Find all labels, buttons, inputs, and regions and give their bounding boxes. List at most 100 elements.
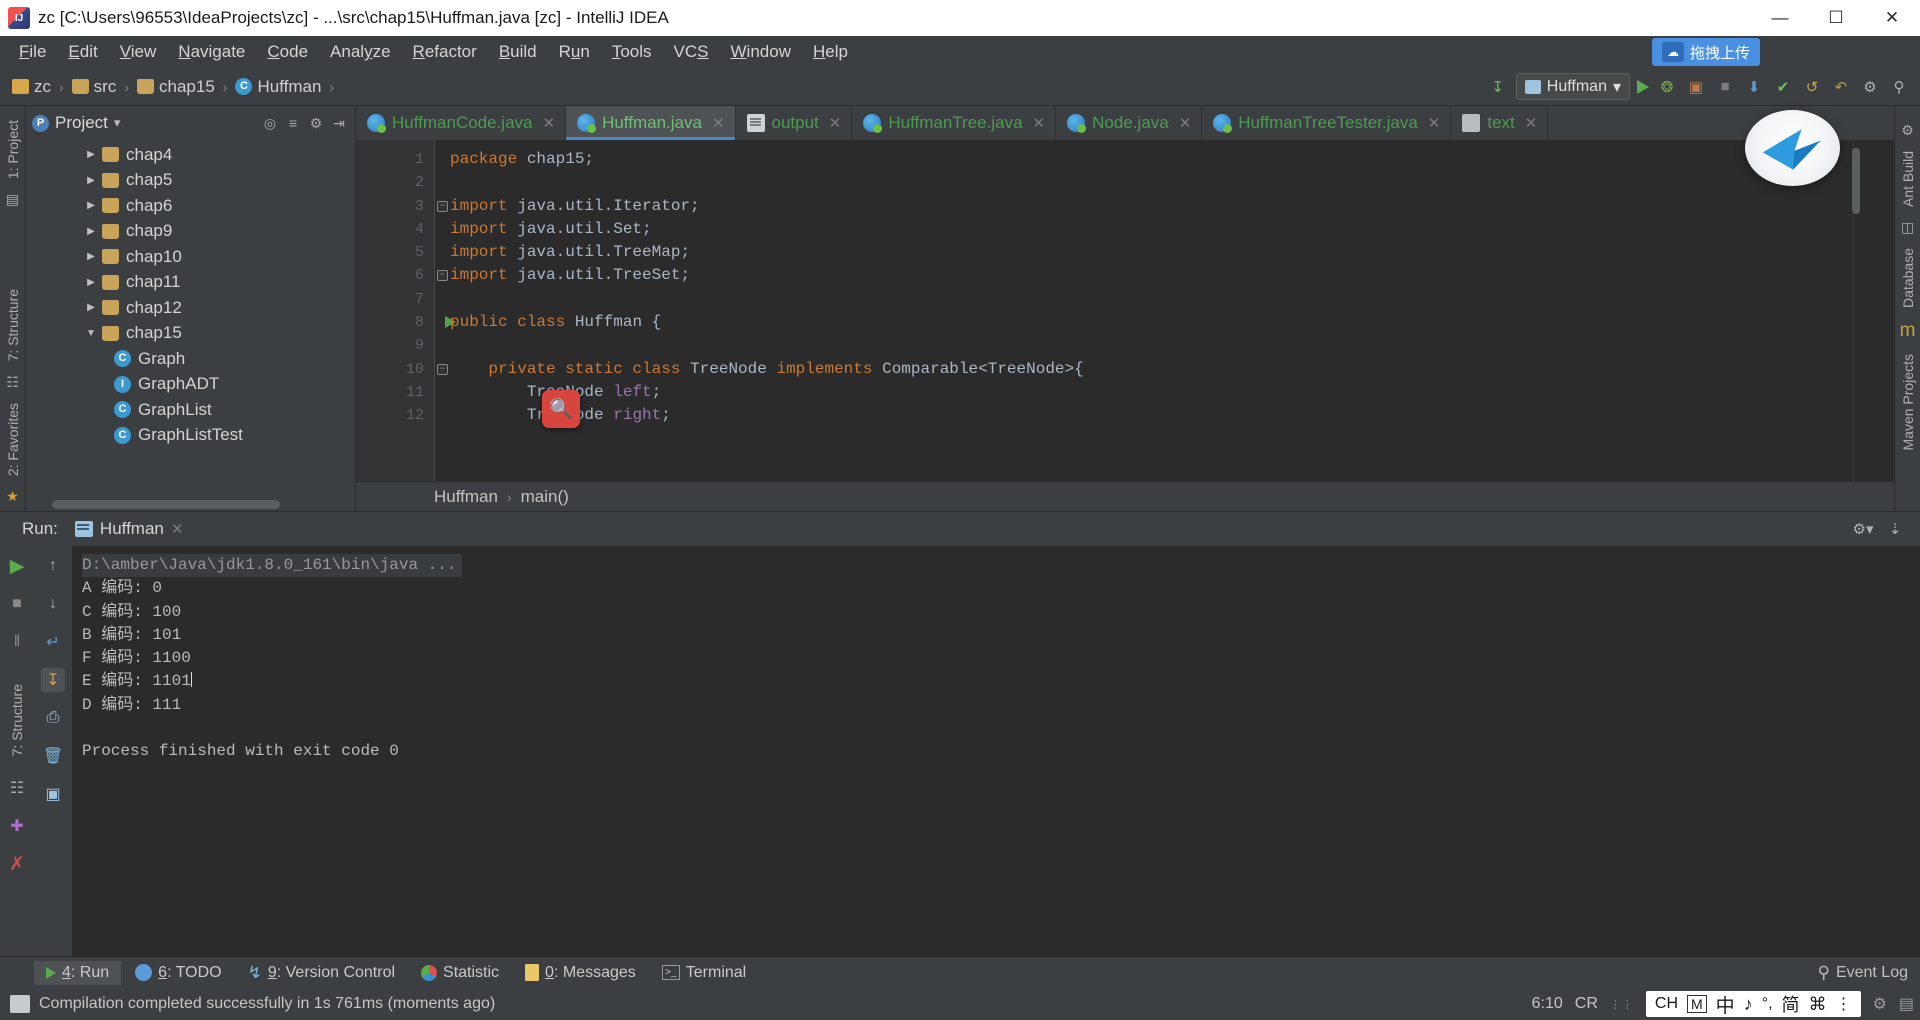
tool-window-run[interactable]: 4: Run (34, 960, 122, 985)
tab-huffmantree-java[interactable]: HuffmanTree.java ✕ (852, 106, 1057, 140)
rerun-icon[interactable]: ▶ (5, 554, 29, 578)
chevron-right-icon[interactable]: ▶ (80, 277, 102, 288)
breadcrumb-chap15[interactable]: chap15 (133, 75, 219, 99)
coverage-icon[interactable]: ▣ (1685, 76, 1707, 98)
breadcrumb-method[interactable]: main() (521, 487, 569, 507)
sidebar-item-favorites[interactable]: 2: Favorites (5, 397, 21, 482)
chevron-right-icon[interactable]: ▶ (80, 200, 102, 211)
tool-window-terminal[interactable]: >_ Terminal (650, 961, 758, 985)
breadcrumb-class[interactable]: Huffman (434, 487, 498, 507)
tab-huffman-java[interactable]: Huffman.java ✕ (566, 106, 736, 140)
breadcrumb-huffman[interactable]: C Huffman (231, 75, 325, 99)
structure-icon[interactable]: ▤ (6, 191, 19, 208)
tab-huffmantreetester-java[interactable]: HuffmanTreeTester.java ✕ (1202, 106, 1452, 140)
tree-item[interactable]: ▶ chap12 (26, 295, 355, 321)
menu-refactor[interactable]: Refactor (402, 39, 488, 65)
tree-item[interactable]: C Graph (26, 346, 355, 372)
scroll-to-end-icon[interactable]: ↧ (41, 668, 65, 692)
ime-punctuation[interactable]: °, (1762, 995, 1773, 1013)
menu-tools[interactable]: Tools (601, 39, 663, 65)
ime-more-icon[interactable]: ⋮ (1836, 994, 1852, 1014)
event-log-button[interactable]: ⚲ Event Log (1817, 963, 1920, 983)
ime-toolbox-icon[interactable]: ⌘ (1809, 994, 1827, 1015)
tree-item[interactable]: C GraphList (26, 397, 355, 423)
sidebar-item-project[interactable]: 1: Project (5, 114, 21, 185)
grid-icon[interactable]: ☷ (6, 374, 19, 391)
grid-icon[interactable]: ☷ (5, 776, 29, 800)
tab-text[interactable]: text ✕ (1451, 106, 1549, 140)
tool-window-todo[interactable]: 6: TODO (123, 961, 233, 985)
upload-button[interactable]: ☁ 拖拽上传 (1651, 38, 1760, 66)
sidebar-item-maven-projects[interactable]: Maven Projects (1900, 348, 1916, 456)
menu-view[interactable]: View (109, 39, 168, 65)
soft-wrap-icon[interactable]: ↵ (41, 630, 65, 654)
maximize-button[interactable]: ☐ (1808, 0, 1864, 36)
chevron-right-icon[interactable]: ▶ (80, 149, 102, 160)
chevron-right-icon[interactable]: ▶ (80, 302, 102, 313)
ime-chinese[interactable]: 中 (1716, 991, 1735, 1018)
sidebar-item-structure-run[interactable]: 7: Structure (9, 678, 25, 762)
tool-window-version-control[interactable]: ↯ 9: Version Control (236, 960, 407, 986)
tab-node-java[interactable]: Node.java ✕ (1056, 106, 1203, 140)
close-icon[interactable]: ✕ (171, 520, 184, 538)
trace-up-icon[interactable]: ↑ (41, 554, 65, 578)
horizontal-scrollbar[interactable] (52, 500, 280, 509)
code-content[interactable]: package chap15; import java.util.Iterato… (434, 140, 1894, 481)
tree-item[interactable]: ▶ chap11 (26, 270, 355, 296)
maven-icon[interactable]: m (1900, 320, 1916, 342)
settings-icon[interactable]: ⚙ (306, 113, 326, 133)
menu-analyze[interactable]: Analyze (319, 39, 402, 65)
undo-icon[interactable]: ↶ (1830, 76, 1852, 98)
print-icon[interactable]: ⎙ (41, 706, 65, 730)
trace-down-icon[interactable]: ↓ (41, 592, 65, 616)
sidebar-item-structure[interactable]: 7: Structure (5, 283, 21, 367)
search-icon[interactable]: ⚲ (1888, 76, 1910, 98)
star-icon[interactable]: ★ (6, 488, 19, 505)
pause-icon[interactable]: ‖ (5, 630, 29, 654)
menu-navigate[interactable]: Navigate (167, 39, 256, 65)
stop-icon[interactable]: ■ (1714, 76, 1736, 98)
pin-icon[interactable]: ✚ (5, 814, 29, 838)
ime-simplified[interactable]: 简 (1782, 991, 1800, 1017)
target-icon[interactable]: ◎ (260, 113, 280, 133)
chevron-down-icon[interactable]: ▼ (80, 328, 102, 339)
tree-item[interactable]: C GraphListTest (26, 423, 355, 449)
tree-item[interactable]: I GraphADT (26, 372, 355, 398)
chevron-right-icon[interactable]: ▶ (80, 175, 102, 186)
menu-help[interactable]: Help (802, 39, 859, 65)
console-output[interactable]: D:\amber\Java\jdk1.8.0_161\bin\java ... … (72, 546, 1920, 956)
chevron-right-icon[interactable]: ▶ (80, 251, 102, 262)
menu-run[interactable]: Run (548, 39, 601, 65)
clear-all-icon[interactable]: 🗑 (41, 744, 65, 768)
tab-output[interactable]: output ✕ (735, 106, 853, 140)
expand-collapse-icon[interactable]: ≡ (283, 113, 303, 133)
run-tab-huffman[interactable]: Huffman ✕ (67, 517, 192, 541)
database-icon[interactable]: ◫ (1901, 219, 1914, 236)
close-icon[interactable]: ✕ (1525, 114, 1538, 132)
tree-item[interactable]: ▶ chap9 (26, 219, 355, 245)
breadcrumb-src[interactable]: src (68, 75, 121, 99)
vcs-commit-icon[interactable]: ✔ (1772, 76, 1794, 98)
chevron-right-icon[interactable]: ▶ (80, 226, 102, 237)
close-icon[interactable]: ✕ (1033, 114, 1046, 132)
close-button[interactable]: ✕ (1864, 0, 1920, 36)
tree-item[interactable]: ▶ chap10 (26, 244, 355, 270)
tool-window-messages[interactable]: 0: Messages (513, 961, 648, 985)
vcs-update-icon[interactable]: ⬇ (1743, 76, 1765, 98)
menu-build[interactable]: Build (488, 39, 548, 65)
update-project-icon[interactable]: ↧ (1487, 76, 1509, 98)
ime-indicator[interactable]: CH M 中 ♪ °, 简 ⌘ ⋮ (1645, 991, 1861, 1018)
close-icon[interactable]: ✕ (712, 114, 725, 132)
tree-item-chap15[interactable]: ▼ chap15 (26, 321, 355, 347)
code-editor[interactable]: 1 2 3 − 4 5 6 − 7 8 9 10 − 11 12 package… (356, 140, 1894, 481)
floating-assistant-icon[interactable] (1745, 110, 1840, 186)
project-tree[interactable]: ▶ chap4 ▶ chap5 ▶ chap6 ▶ chap9 ▶ chap10… (26, 140, 355, 511)
vcs-rollback-icon[interactable]: ↺ (1801, 76, 1823, 98)
debug-icon[interactable]: ❂ (1656, 76, 1678, 98)
run-icon[interactable] (1637, 79, 1649, 94)
editor-gutter[interactable]: 1 2 3 − 4 5 6 − 7 8 9 10 − 11 12 (356, 140, 456, 481)
close-icon[interactable]: ✕ (829, 114, 842, 132)
ime-mode[interactable]: M (1687, 995, 1707, 1013)
breadcrumb-module[interactable]: zc (8, 75, 55, 99)
minimize-button[interactable]: — (1752, 0, 1808, 36)
